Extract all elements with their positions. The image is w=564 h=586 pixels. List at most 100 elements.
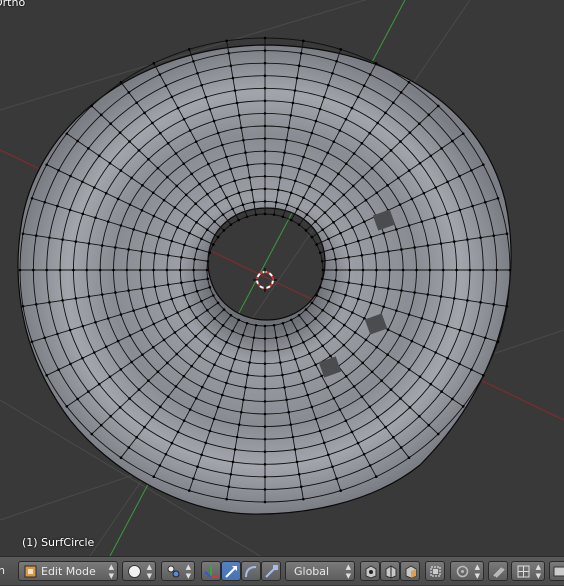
viewport-shading-selector[interactable]: ▲ ▼ — [122, 561, 156, 581]
mesh-vertex — [495, 268, 498, 272]
truncated-menu-label[interactable]: h — [0, 557, 5, 585]
mesh-vertex — [314, 417, 318, 421]
mesh-vertex — [21, 232, 25, 236]
vertex-select-button[interactable] — [360, 561, 380, 581]
3d-viewport[interactable]: Ortho (1) SurfCircle — [0, 0, 564, 556]
mesh-vertex — [116, 197, 120, 201]
mesh-vertex — [153, 252, 157, 255]
mesh-vertex — [337, 172, 340, 176]
mesh-vertex — [315, 294, 318, 297]
mesh-vertex — [194, 334, 197, 338]
mesh-vertex — [213, 334, 217, 337]
mesh-vertex — [128, 397, 131, 400]
mesh-vertex — [81, 324, 85, 328]
dropdown-arrows-icon: ▲ ▼ — [185, 563, 191, 580]
mesh-vertex — [188, 408, 192, 411]
mesh-vertex — [294, 357, 297, 361]
mesh-vertex — [87, 295, 91, 298]
mesh-vertex — [151, 121, 154, 125]
mesh-vertex — [276, 348, 280, 352]
mesh-vertex — [183, 243, 186, 247]
mesh-vertex — [231, 329, 234, 333]
mesh-vertex — [339, 48, 343, 51]
mesh-vertex — [356, 441, 360, 445]
mesh-vertex — [263, 149, 267, 153]
mesh-vertex — [484, 336, 487, 340]
mesh-vertex — [289, 345, 293, 349]
mesh-vertex — [231, 76, 235, 80]
mesh-vertex — [302, 381, 305, 385]
mesh-vertex — [351, 184, 355, 188]
mesh-vertex — [407, 456, 411, 459]
mesh-vertex — [72, 268, 75, 272]
viewport-canvas[interactable] — [0, 0, 564, 556]
mesh-vertex — [352, 152, 356, 155]
mesh-vertex — [496, 197, 500, 200]
mesh-vertex — [335, 268, 338, 272]
mesh-vertex — [458, 328, 462, 332]
scale-manipulator-button[interactable] — [261, 561, 281, 581]
mesh-vertex — [353, 206, 357, 209]
mesh-vertex — [297, 314, 301, 317]
limit-selection-button[interactable] — [425, 561, 445, 581]
mesh-vertex — [241, 203, 245, 207]
mesh-vertex — [458, 174, 461, 178]
mesh-vertex — [344, 243, 347, 247]
torus-mesh[interactable] — [17, 36, 512, 515]
mesh-vertex — [108, 375, 112, 379]
mesh-vertex — [170, 239, 174, 243]
mesh-vertex — [207, 162, 210, 166]
mesh-vertex — [289, 423, 293, 426]
mesh-vertex — [323, 326, 327, 329]
orientation-label: Global — [294, 565, 330, 578]
mesh-vertex — [184, 323, 187, 327]
mesh-vertex — [68, 208, 72, 212]
mesh-vertex — [69, 174, 72, 178]
mesh-vertex — [140, 209, 144, 212]
proportional-edit-icon — [455, 564, 470, 579]
mesh-vertex — [352, 385, 356, 388]
snap-target-selector[interactable]: ▲ ▼ — [511, 561, 545, 581]
face-select-button[interactable] — [400, 561, 420, 581]
mesh-vertex — [364, 198, 368, 202]
proportional-edit-selector[interactable]: ▲ ▼ — [450, 561, 484, 581]
mesh-vertex — [81, 212, 85, 216]
translate-manipulator-button[interactable] — [221, 561, 241, 581]
mesh-vertex — [227, 485, 231, 489]
mesh-vertex — [151, 191, 155, 195]
mesh-vertex — [140, 328, 144, 331]
solid-sphere-icon — [127, 564, 142, 579]
edge-select-button[interactable] — [380, 561, 400, 581]
mesh-vertex — [375, 345, 379, 349]
mesh-vertex — [175, 184, 179, 188]
mesh-vertex — [200, 299, 203, 303]
mesh-vertex — [272, 324, 276, 327]
transform-orientation-selector[interactable]: Global ▲ ▼ — [285, 561, 355, 581]
mesh-vertex — [213, 173, 216, 177]
mesh-vertex — [166, 283, 170, 286]
pivot-point-selector[interactable]: ▲ ▼ — [161, 561, 195, 581]
mesh-vertex — [242, 138, 245, 142]
mesh-vertex — [362, 84, 366, 87]
render-button[interactable] — [549, 561, 564, 581]
mesh-vertex — [119, 313, 123, 316]
mesh-vertex — [441, 268, 445, 272]
mesh-vertex — [369, 301, 373, 305]
mesh-vertex — [427, 423, 431, 427]
magnet-snap-icon — [491, 564, 506, 579]
mesh-vertex — [418, 122, 421, 126]
snap-toggle-button[interactable] — [488, 561, 508, 581]
mesh-vertex — [56, 332, 59, 336]
mode-selector[interactable]: Edit Mode ▲ ▼ — [18, 561, 118, 581]
mesh-vertex — [399, 397, 402, 400]
mesh-vertex — [43, 200, 46, 204]
mesh-vertex — [295, 460, 299, 464]
mesh-vertex — [376, 415, 379, 419]
mesh-vertex — [119, 169, 123, 172]
rotate-manipulator-button[interactable] — [241, 561, 261, 581]
mesh-vertex — [204, 441, 208, 445]
manipulator-toggle-button[interactable] — [201, 561, 221, 581]
mesh-vertex — [176, 106, 180, 110]
mesh-vertex — [206, 192, 209, 196]
mesh-vertex — [194, 397, 198, 400]
